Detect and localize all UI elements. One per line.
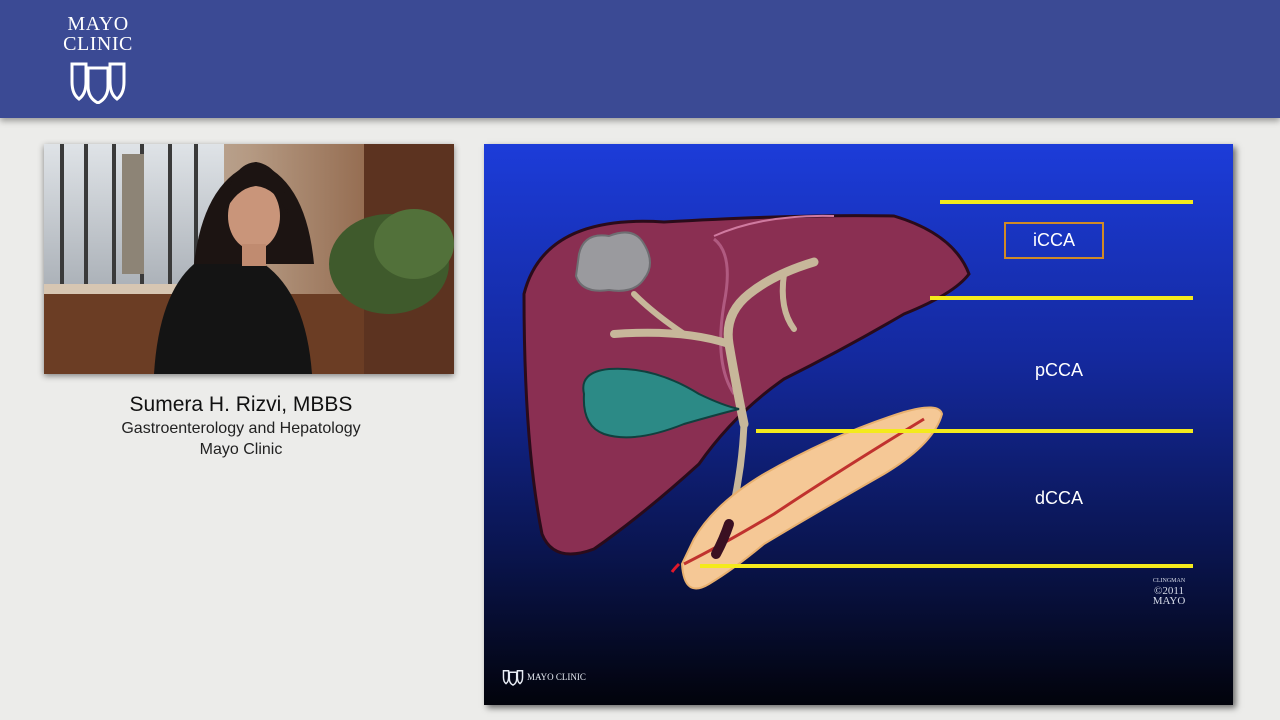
mayo-clinic-logo: MAYO CLINIC xyxy=(50,14,146,104)
liver-pancreas-illustration xyxy=(522,200,1193,590)
mayo-shields-icon xyxy=(502,670,524,686)
icca-label: iCCA xyxy=(1004,222,1104,259)
speaker-name: Sumera H. Rizvi, MBBS xyxy=(129,393,353,416)
presentation-slide: iCCA pCCA dCCA CLINGMAN ©2011 MAYO MAYO … xyxy=(484,144,1233,705)
logo-line-2: CLINIC xyxy=(63,33,133,55)
slide-logo-text: MAYO CLINIC xyxy=(527,672,586,682)
illustration-credit: CLINGMAN ©2011 MAYO xyxy=(1148,576,1190,607)
mayo-shields-icon xyxy=(70,62,126,104)
header-bar: MAYO CLINIC xyxy=(0,0,1280,118)
pcca-label: pCCA xyxy=(1034,360,1083,380)
credit-org: MAYO xyxy=(1152,595,1186,607)
slide-footer-logo: MAYO CLINIC xyxy=(502,668,586,686)
speaker-organization: Mayo Clinic xyxy=(199,441,283,458)
speaker-department: Gastroenterology and Hepatology xyxy=(121,420,361,437)
speaker-video xyxy=(44,144,454,374)
speaker-caption: Sumera H. Rizvi, MBBS Gastroenterology a… xyxy=(44,392,438,460)
logo-line-1: MAYO xyxy=(67,13,129,35)
tumor-mass xyxy=(574,231,651,292)
dcca-label: dCCA xyxy=(1034,488,1083,508)
